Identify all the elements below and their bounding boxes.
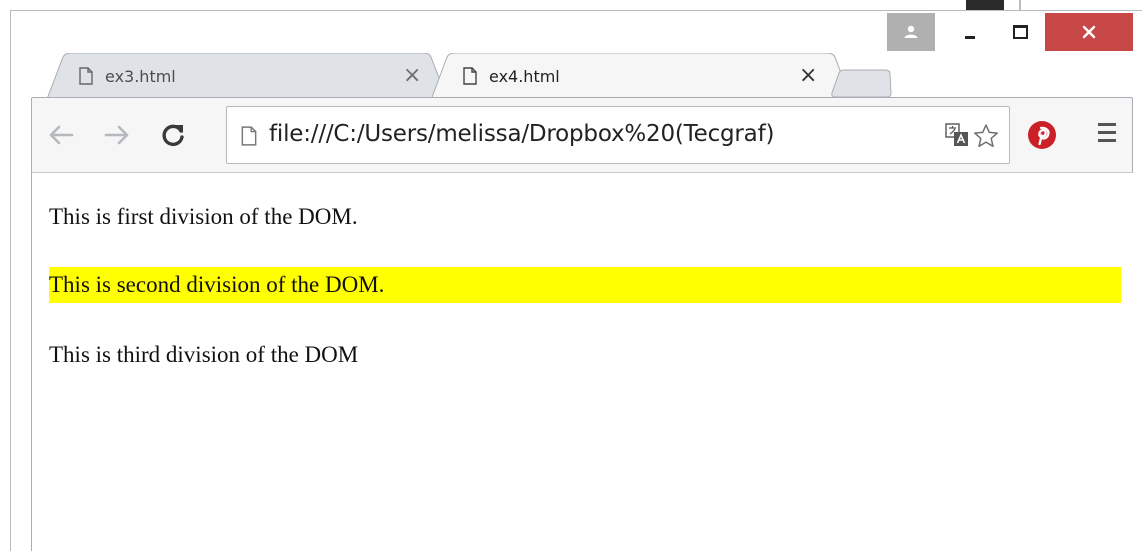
first-division: This is first division of the DOM.: [49, 204, 358, 229]
tab-ex3[interactable]: ex3.html ×: [47, 53, 447, 99]
title-bar: ex3.html × ex4.html ×: [11, 11, 1142, 101]
back-icon: [49, 125, 74, 145]
tab-label: ex4.html: [489, 66, 560, 86]
close-icon: [1082, 25, 1096, 39]
maximize-button[interactable]: [997, 13, 1043, 51]
page-content: This is first division of the DOM. This …: [31, 173, 1133, 551]
close-window-button[interactable]: [1045, 13, 1133, 51]
screen: ex3.html × ex4.html × file:///C:/Users/m…: [0, 0, 1142, 551]
translate-icon[interactable]: [945, 123, 969, 147]
new-tab-button[interactable]: [829, 69, 895, 99]
page-icon: [241, 126, 257, 146]
browser-window: ex3.html × ex4.html × file:///C:/Users/m…: [10, 10, 1142, 551]
maximize-icon: [1012, 25, 1028, 39]
reload-icon: [162, 124, 184, 147]
url-text[interactable]: file:///C:/Users/melissa/Dropbox%20(Tecg…: [269, 121, 774, 147]
forward-icon: [104, 125, 129, 145]
tab-ex4[interactable]: ex4.html ×: [431, 53, 851, 101]
desktop-background: [966, 0, 1004, 10]
reload-button[interactable]: [158, 120, 188, 150]
third-division: This is third division of the DOM: [49, 342, 359, 367]
second-division-highlighted: This is second division of the DOM.: [49, 267, 1121, 303]
profile-button[interactable]: [887, 13, 935, 51]
pinterest-icon[interactable]: [1027, 120, 1057, 150]
minimize-button[interactable]: [947, 13, 993, 51]
tab-content: ex3.html: [79, 61, 176, 91]
page-icon: [79, 67, 93, 85]
minimize-icon: [965, 35, 975, 39]
tab-content: ex4.html: [463, 61, 560, 91]
address-bar[interactable]: file:///C:/Users/melissa/Dropbox%20(Tecg…: [226, 106, 1010, 164]
star-icon[interactable]: [973, 123, 999, 149]
user-icon: [904, 25, 918, 38]
menu-icon[interactable]: [1098, 123, 1118, 145]
tab-close-icon[interactable]: ×: [403, 64, 421, 88]
forward-button[interactable]: [102, 120, 132, 150]
page-icon: [463, 67, 477, 85]
desktop-frame: [1019, 0, 1021, 10]
tab-close-icon[interactable]: ×: [799, 64, 817, 88]
tab-label: ex3.html: [105, 66, 176, 86]
back-button[interactable]: [46, 120, 76, 150]
browser-toolbar: file:///C:/Users/melissa/Dropbox%20(Tecg…: [31, 97, 1133, 173]
